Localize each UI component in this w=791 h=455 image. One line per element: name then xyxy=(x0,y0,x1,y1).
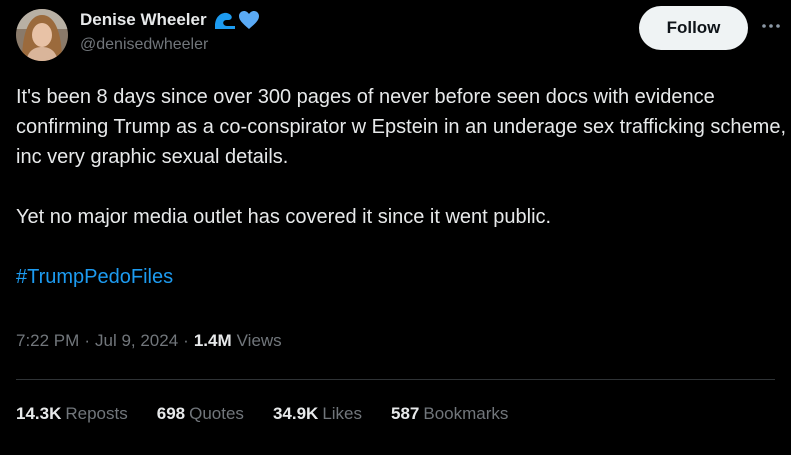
hashtag-link[interactable]: #TrumpPedoFiles xyxy=(16,262,786,292)
views-label: Views xyxy=(236,331,282,350)
views-count[interactable]: 1.4M xyxy=(194,331,232,351)
follow-button[interactable]: Follow xyxy=(639,6,748,50)
divider xyxy=(16,379,775,380)
meta-separator: · xyxy=(183,331,189,350)
more-dots-icon xyxy=(762,24,780,28)
tweet-paragraph: Yet no major media outlet has covered it… xyxy=(16,206,552,228)
author-display-name[interactable]: Denise Wheeler xyxy=(80,10,207,30)
meta-separator: · xyxy=(84,331,90,350)
avatar[interactable] xyxy=(16,9,68,61)
likes-label: Likes xyxy=(322,404,362,423)
quotes-label: Quotes xyxy=(189,404,244,423)
quotes-stat[interactable]: 698 Quotes xyxy=(157,404,244,424)
author-header: Denise Wheeler xyxy=(80,10,260,30)
bookmarks-label: Bookmarks xyxy=(423,404,509,423)
tweet-time[interactable]: 7:22 PM xyxy=(16,331,79,351)
tweet-meta: 7:22 PM · Jul 9, 2024 · 1.4M Views xyxy=(16,331,282,351)
tweet-paragraph: It's been 8 days since over 300 pages of… xyxy=(16,86,786,168)
wave-emoji-icon xyxy=(214,12,235,29)
more-options-button[interactable] xyxy=(758,16,784,36)
bookmarks-count: 587 xyxy=(391,404,420,423)
engagement-stats: 14.3K Reposts 698 Quotes 34.9K Likes 587 Boo… xyxy=(16,404,537,424)
reposts-count: 14.3K xyxy=(16,404,62,423)
name-emoji-badges xyxy=(213,10,260,30)
likes-count: 34.9K xyxy=(272,404,319,423)
likes-stat[interactable]: 34.9K Likes xyxy=(273,404,362,424)
bookmarks-stat[interactable]: 587 Bookmarks xyxy=(391,404,508,424)
tweet-date[interactable]: Jul 9, 2024 xyxy=(95,331,178,351)
quotes-count: 698 xyxy=(156,404,186,423)
reposts-stat[interactable]: 14.3K Reposts xyxy=(16,404,128,424)
tweet-body: It's been 8 days since over 300 pages of… xyxy=(16,82,786,292)
reposts-label: Reposts xyxy=(65,404,128,423)
blue-heart-emoji-icon xyxy=(238,11,259,29)
author-handle[interactable]: @denisedwheeler xyxy=(80,36,208,54)
